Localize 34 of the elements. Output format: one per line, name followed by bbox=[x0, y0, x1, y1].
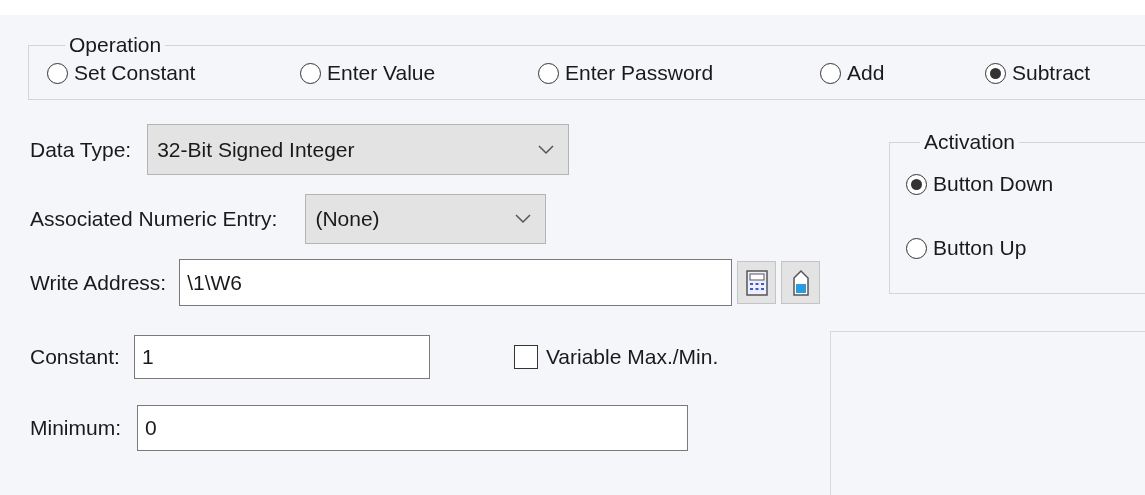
radio-button[interactable] bbox=[300, 62, 321, 84]
group-title: Operation bbox=[68, 33, 163, 57]
radio-label[interactable]: Enter Value bbox=[327, 61, 436, 85]
checkbox-label[interactable]: Variable Max./Min. bbox=[545, 345, 719, 369]
radio-button[interactable] bbox=[985, 62, 1006, 84]
radio-button[interactable] bbox=[906, 237, 927, 259]
input-field[interactable]: 0 bbox=[137, 405, 688, 451]
dropdown[interactable]: 32-Bit Signed Integer bbox=[147, 124, 570, 175]
radio-label[interactable]: Button Up bbox=[933, 236, 1027, 260]
calculator-icon bbox=[745, 269, 768, 296]
tag-button[interactable] bbox=[781, 261, 821, 304]
radio-button[interactable] bbox=[906, 173, 927, 195]
radio-button[interactable] bbox=[820, 62, 841, 84]
radio-label[interactable]: Add bbox=[847, 61, 885, 85]
field-label: Write Address: bbox=[30, 270, 167, 295]
checkbox[interactable] bbox=[513, 345, 538, 369]
radio-label[interactable]: Enter Password bbox=[565, 61, 714, 85]
radio-label[interactable]: Button Down bbox=[933, 172, 1054, 196]
group-title: Activation bbox=[923, 130, 1017, 154]
chevron-icon bbox=[515, 214, 532, 224]
radio-label[interactable]: Set Constant bbox=[74, 61, 196, 85]
dropdown[interactable]: (None) bbox=[305, 194, 547, 244]
input-field[interactable]: \1\W6 bbox=[179, 259, 733, 306]
chevron-icon bbox=[538, 144, 555, 155]
radio-button[interactable] bbox=[47, 62, 68, 84]
radio-button[interactable] bbox=[538, 62, 559, 84]
field-label: Minimum: bbox=[30, 416, 121, 440]
field-label: Data Type: bbox=[30, 137, 132, 162]
field-label: Associated Numeric Entry: bbox=[30, 207, 278, 231]
calculator-button[interactable] bbox=[737, 261, 777, 304]
tag-icon bbox=[791, 268, 810, 297]
input-field[interactable]: 1 bbox=[133, 335, 430, 379]
radio-label[interactable]: Subtract bbox=[1012, 61, 1091, 85]
field-label: Constant: bbox=[30, 345, 120, 369]
